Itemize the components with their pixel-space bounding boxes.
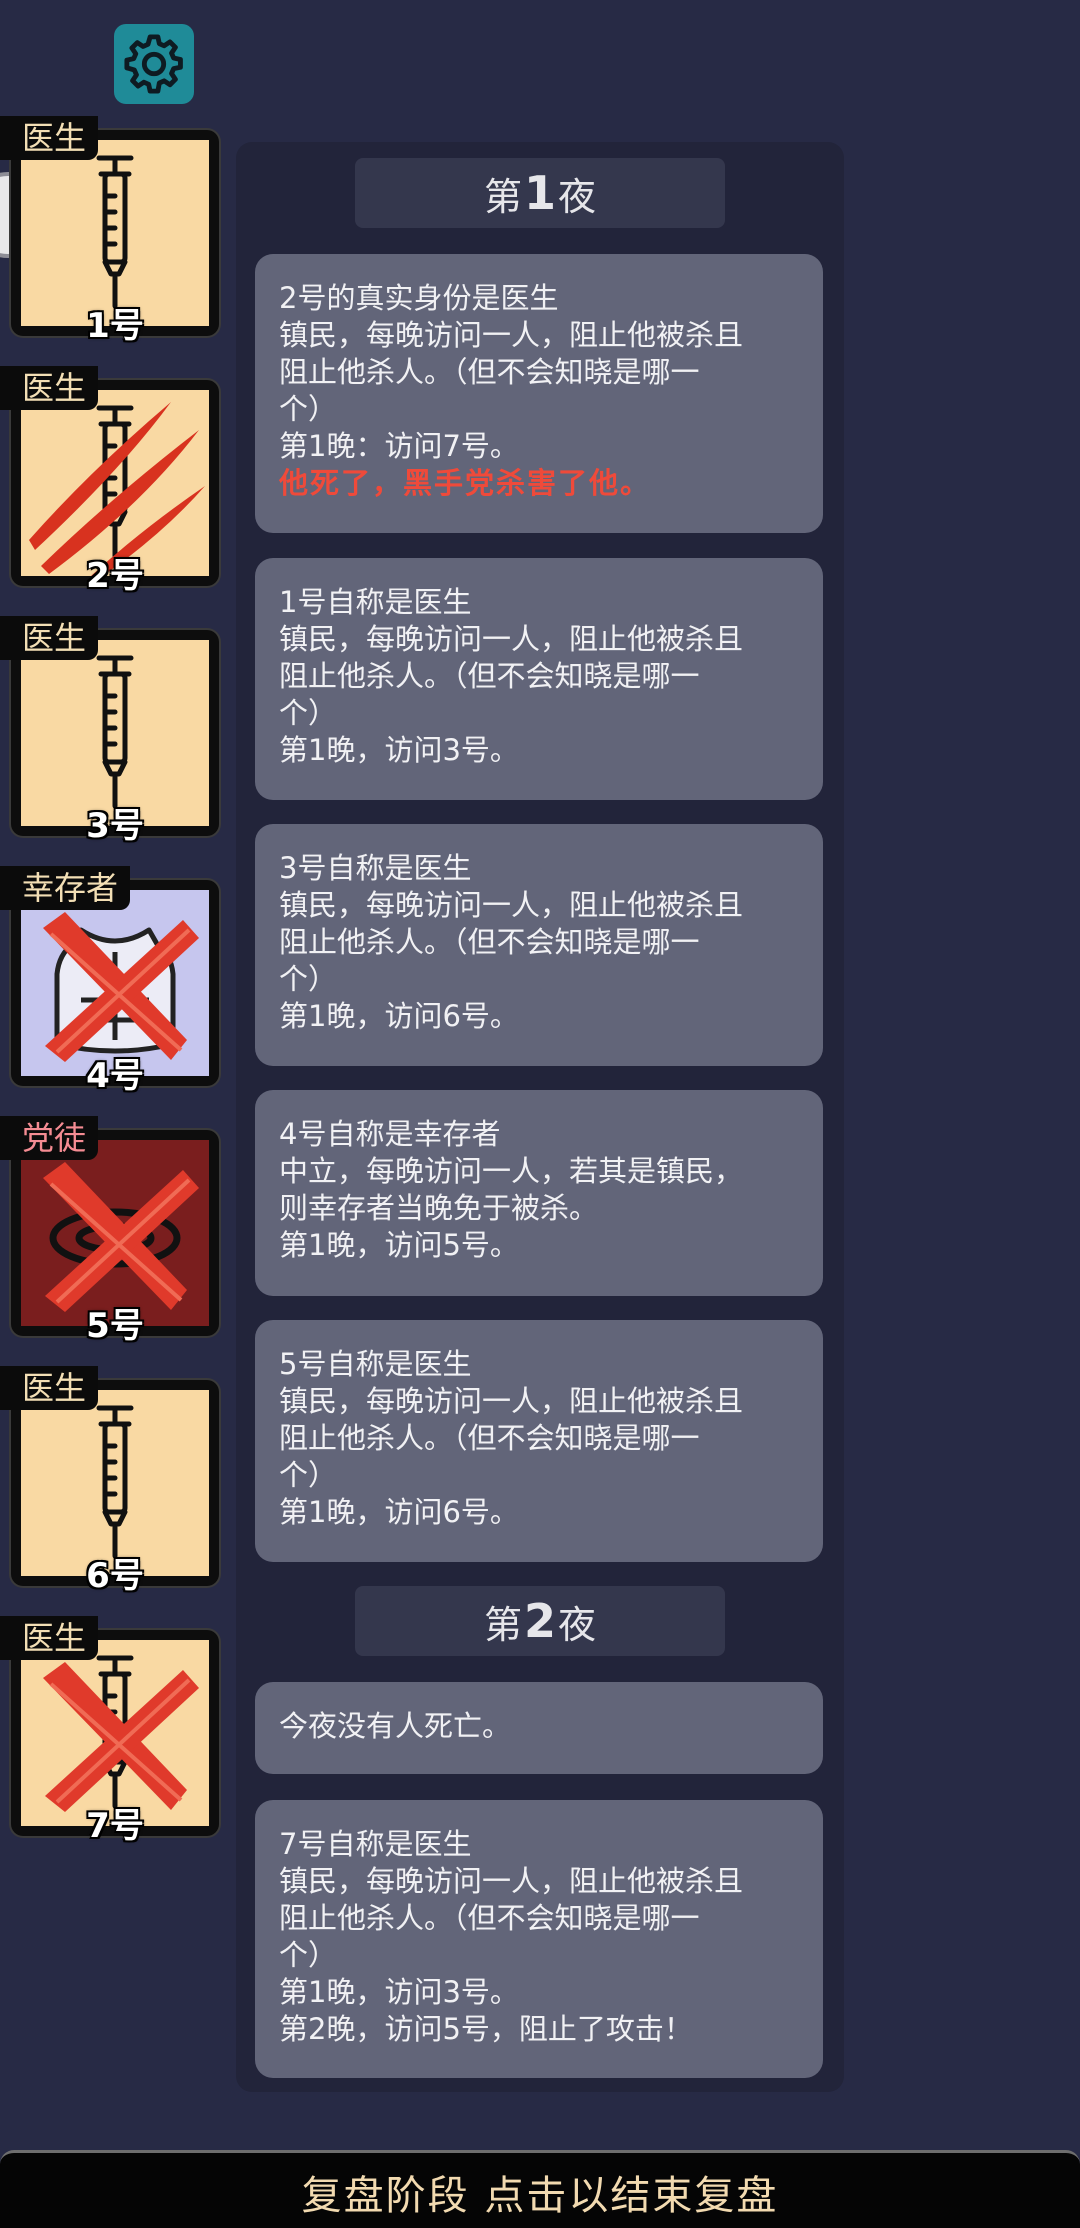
log-entry-line: 镇民，每晚访问一人，阻止他被杀且: [279, 888, 744, 922]
log-entry-line: 第1晚，访问6号。: [279, 999, 519, 1033]
log-entry-title: 1号自称是医生: [279, 585, 472, 619]
log-entry-line: 镇民，每晚访问一人，阻止他被杀且: [279, 622, 744, 656]
player-list: 医生 1号 医生 2号 医生 3号 幸存者 4号 党徒 5号 医生 6号 医生 …: [0, 0, 230, 2228]
log-entry-line: 阻止他杀人。（但不会知晓是哪一: [279, 925, 700, 959]
role-label: 医生: [0, 1366, 99, 1410]
night-header: 第2夜: [355, 1586, 725, 1656]
log-entry-line: 第1晚，访问3号。: [279, 733, 519, 767]
night-header-suffix: 夜: [558, 1602, 597, 1647]
log-entry-title: 7号自称是医生: [279, 1827, 472, 1861]
log-entry-line: 中立，每晚访问一人，若其是镇民，: [279, 1154, 744, 1188]
role-label: 幸存者: [0, 866, 131, 910]
log-entry-line: 则幸存者当晚免于被杀。: [279, 1191, 599, 1225]
log-entry-line: 个）: [279, 1938, 338, 1972]
player-number: 4号: [86, 1056, 144, 1096]
player-card[interactable]: 医生 7号: [0, 1616, 230, 1846]
log-entry: 7号自称是医生 镇民，每晚访问一人，阻止他被杀且 阻止他杀人。（但不会知晓是哪一 个）…: [255, 1800, 823, 2078]
role-label: 医生: [0, 116, 99, 160]
log-entry: 2号的真实身份是医生 镇民，每晚访问一人，阻止他被杀且 阻止他杀人。（但不会知晓是哪…: [255, 254, 823, 533]
log-entry-line: 阻止他杀人。（但不会知晓是哪一: [279, 1421, 700, 1455]
log-entry-line: 阻止他杀人。（但不会知晓是哪一: [279, 659, 700, 693]
night-number: 1: [523, 166, 556, 220]
player-card[interactable]: 医生 1号: [0, 116, 230, 346]
log-entry-line: 个）: [279, 962, 338, 996]
log-entry-title: 2号的真实身份是医生: [279, 281, 559, 315]
log-entry-title: 今夜没有人死亡。: [279, 1709, 512, 1743]
player-card[interactable]: 党徒 5号: [0, 1116, 230, 1346]
death-notice: 他死了，黑手党杀害了他。: [279, 466, 652, 500]
player-card[interactable]: 幸存者 4号: [0, 866, 230, 1096]
log-entry-line: 阻止他杀人。（但不会知晓是哪一: [279, 1901, 700, 1935]
player-number: 5号: [86, 1306, 144, 1346]
night-header: 第1夜: [355, 158, 725, 228]
player-number: 7号: [86, 1806, 144, 1846]
end-review-button[interactable]: 复盘阶段 点击以结束复盘: [0, 2150, 1080, 2228]
player-card[interactable]: 医生 6号: [0, 1366, 230, 1596]
log-entry-line: 第1晚，访问5号。: [279, 1228, 519, 1262]
log-entry: 1号自称是医生 镇民，每晚访问一人，阻止他被杀且 阻止他杀人。（但不会知晓是哪一 个）…: [255, 558, 823, 800]
player-number: 1号: [86, 306, 144, 346]
role-label: 医生: [0, 366, 99, 410]
role-label: 党徒: [0, 1116, 99, 1160]
log-entry-line: 第1晚：访问7号。: [279, 429, 519, 463]
log-entry: 4号自称是幸存者 中立，每晚访问一人，若其是镇民， 则幸存者当晚免于被杀。 第1晚，访…: [255, 1090, 823, 1296]
log-entry-line: 第2晚，访问5号，阻止了攻击！: [279, 2012, 693, 2046]
log-entry: 今夜没有人死亡。: [255, 1682, 823, 1774]
log-entry-line: 个）: [279, 392, 338, 426]
game-review-screen: 医生 1号 医生 2号 医生 3号 幸存者 4号 党徒 5号 医生 6号 医生 …: [0, 0, 1080, 2228]
night-number: 2: [523, 1594, 556, 1648]
log-entry-line: 镇民，每晚访问一人，阻止他被杀且: [279, 318, 744, 352]
log-entry-title: 5号自称是医生: [279, 1347, 472, 1381]
log-entry: 5号自称是医生 镇民，每晚访问一人，阻止他被杀且 阻止他杀人。（但不会知晓是哪一 个）…: [255, 1320, 823, 1562]
player-card[interactable]: 医生 2号: [0, 366, 230, 596]
night-header-prefix: 第: [483, 1602, 522, 1647]
log-entry-title: 4号自称是幸存者: [279, 1117, 501, 1151]
role-label: 医生: [0, 1616, 99, 1660]
night-header-prefix: 第: [483, 174, 522, 219]
player-number: 3号: [86, 806, 144, 846]
player-number: 6号: [86, 1556, 144, 1596]
log-entry-line: 镇民，每晚访问一人，阻止他被杀且: [279, 1384, 744, 1418]
log-entry: 3号自称是医生 镇民，每晚访问一人，阻止他被杀且 阻止他杀人。（但不会知晓是哪一 个）…: [255, 824, 823, 1066]
log-entry-line: 个）: [279, 696, 338, 730]
log-entry-line: 第1晚，访问6号。: [279, 1495, 519, 1529]
log-entry-line: 镇民，每晚访问一人，阻止他被杀且: [279, 1864, 744, 1898]
player-card[interactable]: 医生 3号: [0, 616, 230, 846]
log-entry-line: 个）: [279, 1458, 338, 1492]
night-header-suffix: 夜: [558, 174, 597, 219]
log-entry-line: 第1晚，访问3号。: [279, 1975, 519, 2009]
log-entry-line: 阻止他杀人。（但不会知晓是哪一: [279, 355, 700, 389]
log-entry-title: 3号自称是医生: [279, 851, 472, 885]
role-label: 医生: [0, 616, 99, 660]
player-number: 2号: [86, 556, 144, 596]
